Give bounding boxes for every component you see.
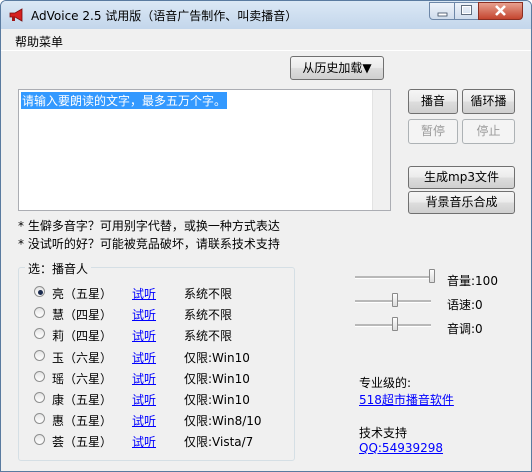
megaphone-icon <box>9 8 23 22</box>
voice-name: 康（五星） <box>52 393 113 407</box>
maximize-icon <box>461 5 472 15</box>
minimize-icon <box>437 12 448 17</box>
menu-help[interactable]: 帮助菜单 <box>15 33 63 50</box>
voice-name: 荟（五星） <box>52 435 113 449</box>
voice-row[interactable]: 瑶（六星） 试听 仅限:Win10 <box>34 369 284 387</box>
voice-name: 玉（六星） <box>52 351 113 365</box>
pitch-slider[interactable] <box>355 317 435 333</box>
voice-requirement: 仅限:Win10 <box>184 351 250 365</box>
close-button[interactable] <box>478 2 523 20</box>
voice-name: 莉（四星） <box>52 329 113 343</box>
make-mp3-button[interactable]: 生成mp3文件 <box>408 166 515 189</box>
voice-requirement: 仅限:Win10 <box>184 372 250 386</box>
voice-row[interactable]: 康（五星） 试听 仅限:Win10 <box>34 390 284 408</box>
volume-track <box>355 276 431 279</box>
voice-radio[interactable] <box>34 413 45 424</box>
pause-button[interactable]: 暂停 <box>408 119 458 144</box>
voice-name: 慧（四星） <box>52 308 113 322</box>
voice-preview-link[interactable]: 试听 <box>132 433 156 450</box>
note-polyphonic: * 生僻多音字？可用别字代替，或换一种方式表达 <box>18 219 280 233</box>
bg-music-button[interactable]: 背景音乐合成 <box>408 191 515 214</box>
window-title: AdVoice 2.5 试用版（语音广告制作、叫卖播音） <box>31 9 298 23</box>
voice-radio[interactable] <box>34 434 45 445</box>
voice-preview-link[interactable]: 试听 <box>132 285 156 302</box>
volume-thumb[interactable] <box>429 269 435 283</box>
voice-row[interactable]: 惠（五星） 试听 仅限:Win8/10 <box>34 411 284 429</box>
play-button[interactable]: 播音 <box>408 89 458 114</box>
voice-name: 亮（五星） <box>52 287 113 301</box>
voice-preview-link[interactable]: 试听 <box>132 391 156 408</box>
pro-software-link[interactable]: 518超市播音软件 <box>359 391 454 408</box>
voice-preview-link[interactable]: 试听 <box>132 306 156 323</box>
voice-radio[interactable] <box>34 371 45 382</box>
voice-requirement: 仅限:Win10 <box>184 393 250 407</box>
menu-bar: 帮助菜单 <box>1 30 531 51</box>
voice-requirement: 系统不限 <box>184 287 233 301</box>
voice-preview-link[interactable]: 试听 <box>132 412 156 429</box>
close-icon <box>495 5 506 16</box>
load-history-button[interactable]: 从历史加载▼ <box>290 56 384 80</box>
voice-requirement: 仅限:Vista/7 <box>184 435 254 449</box>
speed-slider[interactable] <box>355 293 435 309</box>
voice-preview-link[interactable]: 试听 <box>132 327 156 344</box>
pitch-label: 音调:0 <box>447 322 483 336</box>
text-scrollbar[interactable] <box>372 90 390 210</box>
minimize-button[interactable] <box>429 2 455 20</box>
speed-thumb[interactable] <box>392 293 398 307</box>
title-bar[interactable]: AdVoice 2.5 试用版（语音广告制作、叫卖播音） <box>1 1 531 29</box>
voice-group-title: 选：播音人 <box>25 260 92 277</box>
note-support: * 没试听的好？可能被竞品破坏，请联系技术支持 <box>18 237 280 251</box>
pitch-thumb[interactable] <box>392 317 398 331</box>
voice-radio[interactable] <box>34 307 45 318</box>
maximize-button[interactable] <box>454 2 479 20</box>
loop-play-button[interactable]: 循环播 <box>462 89 515 114</box>
voice-row[interactable]: 荟（五星） 试听 仅限:Vista/7 <box>34 432 284 450</box>
voice-row[interactable]: 亮（五星） 试听 系统不限 <box>34 284 284 302</box>
voice-preview-link[interactable]: 试听 <box>132 370 156 387</box>
voice-requirement: 系统不限 <box>184 329 233 343</box>
volume-slider[interactable] <box>355 269 435 285</box>
support-label: 技术支持 <box>359 426 408 440</box>
pro-label: 专业级的: <box>359 376 412 390</box>
voice-name: 惠（五星） <box>52 414 113 428</box>
volume-label: 音量:100 <box>447 274 498 288</box>
voice-requirement: 仅限:Win8/10 <box>184 414 262 428</box>
voice-radio[interactable] <box>34 328 45 339</box>
text-input-value: 请输入要朗读的文字，最多五万个字。 <box>21 92 228 109</box>
stop-button[interactable]: 停止 <box>462 119 515 144</box>
voice-row[interactable]: 莉（四星） 试听 系统不限 <box>34 326 284 344</box>
speed-label: 语速:0 <box>447 298 483 312</box>
voice-row[interactable]: 玉（六星） 试听 仅限:Win10 <box>34 348 284 366</box>
radio-dot-icon <box>38 290 43 295</box>
voice-radio[interactable] <box>34 392 45 403</box>
voice-preview-link[interactable]: 试听 <box>132 349 156 366</box>
voice-name: 瑶（六星） <box>52 372 113 386</box>
app-window: AdVoice 2.5 试用版（语音广告制作、叫卖播音） 帮助菜单 从历史加载▼… <box>0 0 532 472</box>
text-input[interactable]: 请输入要朗读的文字，最多五万个字。 <box>18 89 391 211</box>
voice-radio[interactable] <box>34 350 45 361</box>
voice-requirement: 系统不限 <box>184 308 233 322</box>
voice-row[interactable]: 慧（四星） 试听 系统不限 <box>34 305 284 323</box>
support-qq-link[interactable]: QQ:54939298 <box>359 441 443 455</box>
voice-radio[interactable] <box>34 286 45 297</box>
